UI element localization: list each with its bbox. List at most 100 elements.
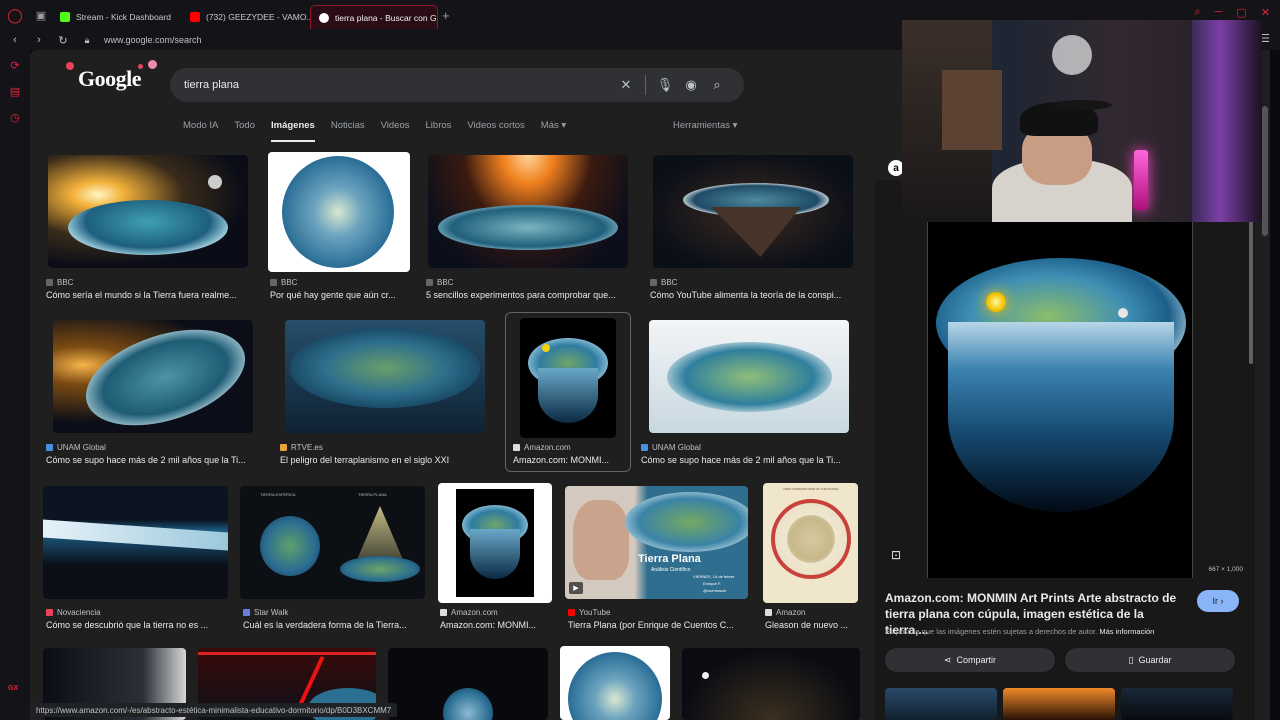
tab-libros[interactable]: Libros [426,120,452,142]
clear-icon[interactable]: ✕ [613,77,639,93]
result-caption[interactable]: Cómo se supo hace más de 2 mil años que … [641,455,856,465]
url-field[interactable]: www.google.com/search [104,35,202,45]
tab-mas[interactable]: Más ▾ [541,120,566,142]
streamer-webcam-overlay [902,20,1262,222]
search-icon[interactable]: ⌕ [704,77,730,93]
result-source: Star Walk [243,608,288,617]
screen: ◯ ▣ Stream - Kick Dashboard (732) GEEZYD… [0,0,1280,720]
result-caption[interactable]: Cómo se descubrió que la tierra no es ..… [46,620,226,630]
back-icon[interactable]: ‹ [6,34,24,46]
result-caption[interactable]: Cómo se supo hace más de 2 mil años que … [46,455,261,465]
page-scrollbar[interactable] [1262,106,1268,236]
source-favicon-icon [46,609,53,616]
tab-kick-dashboard[interactable]: Stream - Kick Dashboard [52,5,182,29]
related-image[interactable] [1121,688,1233,720]
source-favicon-icon [765,609,772,616]
close-button[interactable]: ✕ [1261,6,1270,19]
opera-sidebar: ⟳ ▤ ◷ GX [0,50,30,720]
result-caption[interactable]: Amazon.com: MONMI... [513,455,625,465]
related-image[interactable] [885,688,997,720]
result-image-video[interactable]: Tierra Plana Análisis Científico VIERNES… [565,486,748,599]
result-source: UNAM Global [46,443,106,452]
reload-icon[interactable]: ↻ [54,34,72,47]
result-image[interactable] [268,152,410,272]
search-input[interactable]: tierra plana [184,79,613,91]
tab-imagenes[interactable]: Imágenes [271,120,315,142]
tools-menu[interactable]: Herramientas ▾ [673,120,737,131]
result-caption[interactable]: 5 sencillos experimentos para comprobar … [426,290,631,300]
play-icon: ▶ [569,582,583,594]
preview-scrollbar[interactable] [1249,204,1253,364]
result-caption[interactable]: Gleason de nuevo ... [765,620,860,630]
result-caption[interactable]: El peligro del terraplanismo en el siglo… [280,455,490,465]
google-doodle-logo[interactable]: Google [66,60,157,92]
bookmark-icon: ▯ [1128,654,1134,665]
tab-todo[interactable]: Todo [234,120,255,142]
source-favicon-icon [280,444,287,451]
result-image-selected[interactable] [520,318,616,438]
new-tab-button[interactable]: + [442,8,450,23]
thumb-author: Enrique F. [703,581,722,586]
tab-youtube[interactable]: (732) GEEZYDEE - VAMO... [182,5,310,29]
tab-modo-ia[interactable]: Modo IA [183,120,218,142]
result-image[interactable] [428,155,628,268]
gx-control-icon[interactable]: ⟳ [0,54,30,76]
tab-google-search[interactable]: tierra plana - Buscar con G [310,5,438,29]
go-button[interactable]: Ir › [1197,590,1239,612]
result-image[interactable] [285,320,485,433]
source-favicon-icon [46,279,53,286]
result-image[interactable] [43,486,228,599]
minimize-button[interactable]: ─ [1215,6,1223,19]
result-image[interactable] [682,648,860,720]
google-favicon-icon [319,12,329,23]
forward-icon[interactable]: › [30,34,48,46]
result-image[interactable]: NEW STANDARD MAP OF THE WORLD [763,483,858,603]
result-caption[interactable]: Cómo YouTube alimenta la teoría de la co… [650,290,860,300]
preview-image[interactable] [927,222,1193,578]
save-button[interactable]: ▯ Guardar [1065,648,1235,672]
thumb-label: TIERRA ESFÉRICA [260,492,296,497]
opera-logo-icon[interactable]: ◯ [0,0,30,30]
search-tabs-icon[interactable]: ⌕ [1194,6,1200,19]
lens-icon[interactable]: ◉ [678,77,704,93]
gx-label: GX [8,685,19,692]
twitch-icon[interactable]: ▤ [0,80,30,102]
lens-search-icon[interactable]: ⊡ [891,548,901,562]
related-image[interactable] [1003,688,1115,720]
tab-videos-cortos[interactable]: Videos cortos [467,120,524,142]
share-button[interactable]: ⋖ Compartir [885,648,1055,672]
tab-noticias[interactable]: Noticias [331,120,365,142]
logo-text: Google [78,66,142,91]
source-favicon-icon [641,444,648,451]
result-image[interactable] [653,155,853,268]
more-info-link[interactable]: Más información [1099,627,1154,636]
result-image[interactable] [48,155,248,268]
result-source: YouTube [568,608,610,617]
result-image[interactable] [53,320,253,433]
result-image[interactable] [438,483,552,603]
image-dimensions: 667 × 1,000 [1208,566,1243,573]
thumb-subtitle: Análisis Científico [651,567,691,573]
result-source: Amazon [765,608,805,617]
search-box[interactable]: tierra plana ✕ 🎙︎ ◉ ⌕ [170,68,744,102]
result-caption[interactable]: Tierra Plana (por Enrique de Cuentos C..… [568,620,750,630]
lock-icon[interactable]: 🔒︎ [78,35,96,46]
result-source: BBC [46,278,73,287]
result-caption[interactable]: Por qué hay gente que aún cr... [270,290,410,300]
history-icon[interactable]: ◷ [0,106,30,128]
result-caption[interactable]: Cuál es la verdadera forma de la Tierra.… [243,620,428,630]
result-image[interactable] [649,320,849,433]
source-favicon-icon [568,609,575,616]
result-image[interactable] [560,646,670,720]
result-caption[interactable]: Amazon.com: MONMI... [440,620,550,630]
result-image[interactable] [388,648,548,720]
microphone-icon[interactable]: 🎙︎ [652,77,678,93]
maximize-button[interactable]: ▢ [1236,6,1246,19]
tab-videos[interactable]: Videos [381,120,410,142]
workspace-icon[interactable]: ▣ [30,0,52,30]
result-caption[interactable]: Cómo sería el mundo si la Tierra fuera r… [46,290,251,300]
source-favicon-icon [270,279,277,286]
tab-label: tierra plana - Buscar con G [335,12,437,23]
source-favicon-icon [46,444,53,451]
result-image[interactable]: TIERRA ESFÉRICA TIERRA PLANA [240,486,425,599]
